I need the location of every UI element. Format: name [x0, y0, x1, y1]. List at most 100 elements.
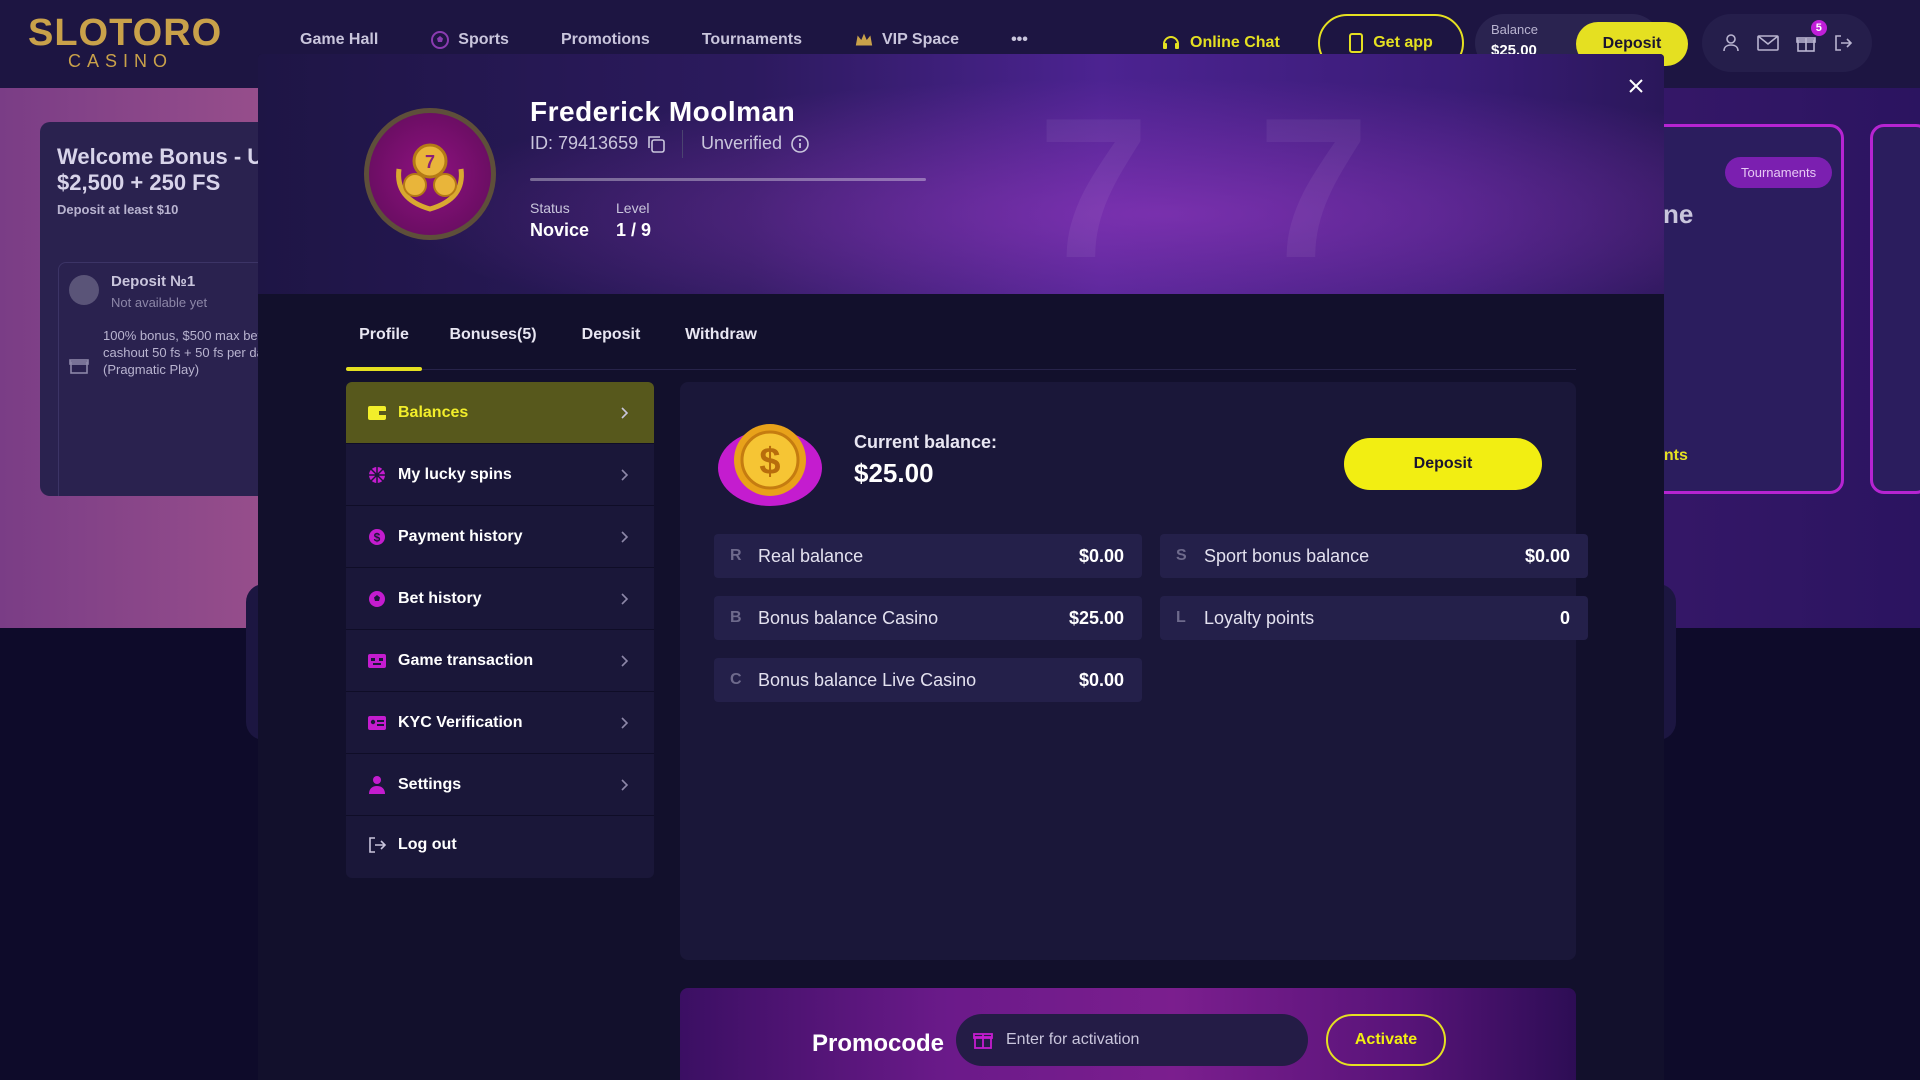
bonus-balance-casino-row: B Bonus balance Casino $25.00 [714, 596, 1142, 640]
balance-label: Balance [1491, 22, 1538, 37]
gift-icon[interactable]: 5 [1795, 20, 1827, 54]
more-dots-icon: ••• [1011, 31, 1028, 48]
row-name: Loyalty points [1204, 607, 1315, 628]
row-name: Bonus balance Live Casino [758, 669, 977, 690]
row-letter: L [1176, 609, 1186, 626]
user-id: ID: 79413659 [530, 133, 666, 154]
menu-item-label: Balances [398, 403, 469, 421]
activate-button[interactable]: Activate [1326, 1014, 1446, 1066]
nav-promotions[interactable]: Promotions [561, 30, 650, 50]
nav-label: Game Hall [300, 31, 379, 48]
welcome-bonus-title: Welcome Bonus - Up to $2,500 + 250 FS [57, 144, 280, 195]
current-balance-label: Current balance: [854, 432, 998, 452]
deposit-step-card: Deposit №1 Not available yet 100% bonus,… [58, 262, 280, 496]
slot-seven-decoration: 7 [1258, 77, 1370, 300]
tab-bonuses[interactable]: Bonuses(5) [448, 324, 538, 370]
tab-label: Bonuses(5) [449, 326, 537, 343]
tab-withdraw[interactable]: Withdraw [682, 324, 760, 370]
menu-item-game-transaction[interactable]: Game transaction [346, 630, 654, 692]
promocode-input[interactable] [1006, 1014, 1296, 1066]
nav-game-hall[interactable]: Game Hall [300, 30, 378, 50]
nav-tournaments[interactable]: Tournaments [702, 30, 802, 50]
tab-label: Deposit [581, 326, 641, 343]
menu-item-lucky-spins[interactable]: My lucky spins [346, 444, 654, 506]
nav-label: VIP Space [881, 31, 960, 48]
menu-item-payment-history[interactable]: $ Payment history [346, 506, 654, 568]
row-name: Real balance [758, 545, 864, 566]
user-id-text: ID: 79413659 [530, 133, 639, 153]
profile-tabs: Profile Bonuses(5) Deposit Withdraw [346, 324, 1576, 371]
tournaments-card: Tournaments ne ents [1640, 124, 1844, 494]
menu-item-label: Log out [398, 836, 457, 853]
deposit-step-title: Deposit №1 [111, 273, 196, 290]
nav-more-button[interactable]: ••• [1011, 30, 1028, 50]
deposit-step-status: Not available yet [111, 295, 208, 310]
row-amount: $0.00 [1078, 669, 1124, 690]
current-balance-value: $25.00 [854, 458, 934, 488]
bonus-balance-live-casino-row: C Bonus balance Live Casino $0.00 [714, 658, 1142, 702]
promocode-banner: Promocode Activate [680, 988, 1576, 1080]
menu-item-kyc-verification[interactable]: KYC Verification [346, 692, 654, 754]
profile-icon[interactable] [1720, 32, 1742, 54]
menu-item-label: Game transaction [398, 651, 534, 669]
info-icon[interactable] [790, 134, 810, 154]
promocode-field [956, 1014, 1308, 1066]
promocode-title: Promocode [812, 1030, 945, 1057]
crown-icon [854, 30, 874, 50]
svg-text:$: $ [759, 441, 780, 483]
nav-label: Promotions [560, 31, 650, 48]
header-icon-group: 5 [1702, 14, 1872, 72]
menu-item-settings[interactable]: Settings [346, 754, 654, 816]
nav-label: Sports [458, 31, 509, 48]
close-icon [1629, 79, 1643, 93]
deposit-button[interactable]: Deposit [1344, 438, 1542, 490]
menu-item-bet-history[interactable]: Bet history [346, 568, 654, 630]
card-title: ne [1663, 199, 1694, 229]
deposit-button-label: Deposit [1413, 455, 1473, 472]
copy-icon[interactable] [646, 134, 666, 154]
menu-item-balances[interactable]: Balances [346, 382, 654, 444]
game-controller-icon [366, 650, 388, 672]
verification-label: Unverified [701, 133, 783, 153]
loyalty-points-row: L Loyalty points 0 [1160, 596, 1588, 640]
chevron-right-icon [621, 592, 629, 605]
phone-icon [1349, 33, 1364, 53]
online-chat-button[interactable]: Online Chat [1160, 32, 1280, 54]
row-amount: 0 [1559, 607, 1570, 628]
logout-icon [366, 834, 388, 856]
verification-status: Unverified [701, 133, 810, 154]
balances-panel: $ Current balance: $25.00 Deposit R Real… [680, 382, 1588, 960]
tab-deposit[interactable]: Deposit [580, 324, 642, 370]
chevron-right-icon [621, 716, 629, 729]
promo-card [1870, 124, 1920, 494]
wallet-icon [366, 402, 388, 424]
menu-item-label: Settings [398, 775, 462, 793]
deposit-step-description: 100% bonus, $500 max bet x5 cashout 50 f… [103, 328, 280, 377]
chevron-right-icon [621, 778, 629, 791]
row-amount: $25.00 [1068, 607, 1124, 628]
sport-bonus-balance-row: S Sport bonus balance $0.00 [1160, 534, 1588, 578]
activate-label: Activate [1354, 1031, 1418, 1048]
profile-header: 7 7 7 Frederick Moolman ID: 79413659 Unv… [258, 54, 1664, 300]
menu-item-log-out[interactable]: Log out [346, 816, 654, 874]
get-app-label: Get app [1373, 34, 1433, 51]
nav-label: Tournaments [701, 31, 802, 48]
close-button[interactable] [1622, 72, 1650, 100]
tournaments-tag[interactable]: Tournaments [1725, 157, 1833, 188]
nav-sports[interactable]: Sports [430, 30, 509, 50]
avatar: 7 [364, 108, 496, 240]
casino-logo[interactable]: SLOTORO CASINO [28, 12, 223, 70]
menu-item-label: My lucky spins [398, 465, 512, 483]
mail-icon[interactable] [1757, 32, 1780, 54]
nav-vip-space[interactable]: VIP Space [854, 30, 959, 50]
status-value: Novice [530, 220, 590, 240]
rank-emblem-icon: 7 [396, 143, 464, 212]
row-name: Sport bonus balance [1204, 545, 1370, 566]
logout-icon[interactable] [1832, 32, 1854, 54]
logo-text: SLOTORO [28, 12, 223, 54]
menu-item-label: Payment history [398, 527, 523, 545]
gift-icon [973, 1033, 993, 1049]
tab-profile[interactable]: Profile [346, 324, 422, 371]
gold-coin-icon: $ [718, 424, 822, 506]
level-label: Level [616, 200, 650, 216]
